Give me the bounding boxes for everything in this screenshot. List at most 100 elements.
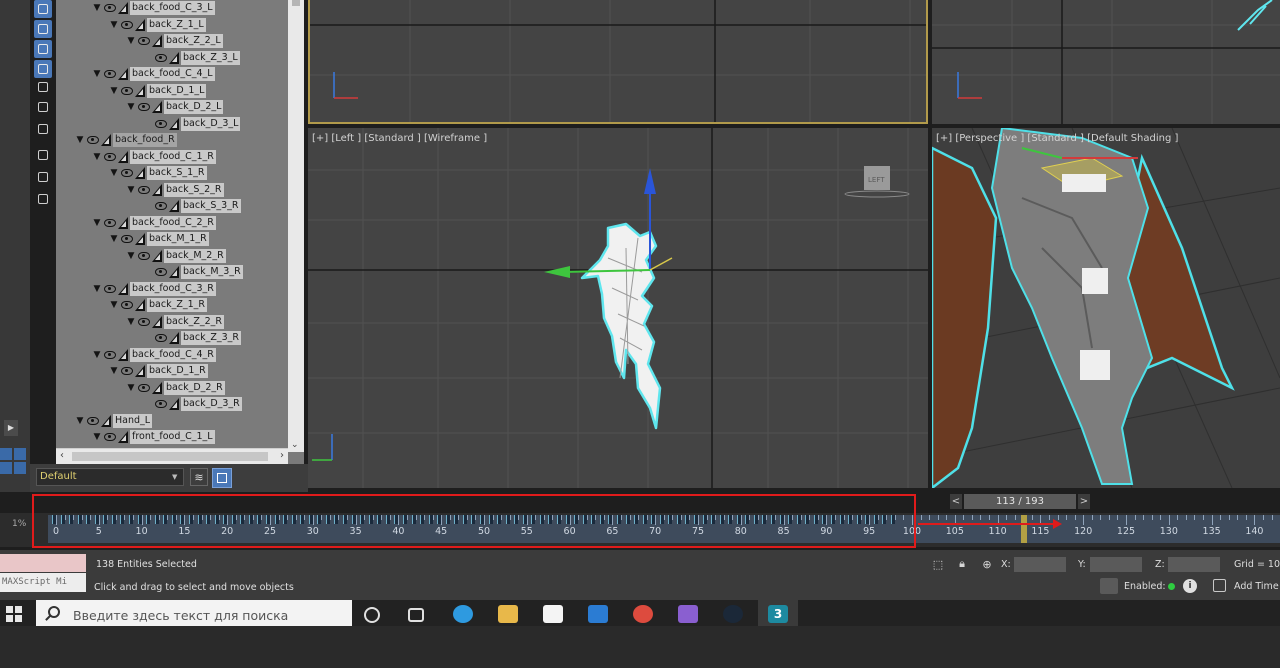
visibility-eye-icon[interactable] [121,301,133,309]
tree-node-label[interactable]: front_food_C_1_L [130,430,215,444]
tree-node-label[interactable]: back_food_C_1_R [130,149,216,164]
chevron-right-icon[interactable]: › [280,450,284,461]
square-tool-icon[interactable] [34,98,52,116]
tree-row[interactable]: ▼ back_Z_1_R [109,297,207,313]
steam-icon[interactable] [723,605,743,623]
3dsmax-icon[interactable]: 3 [768,605,788,623]
transform-mode-icon[interactable]: ⊕ [980,557,994,571]
lock-icon[interactable]: 🔒︎ [955,557,969,571]
time-slider[interactable]: 113 / 193 [964,494,1076,509]
display-tool-icon[interactable] [34,20,52,38]
tree-row[interactable]: ▼ Hand_L [75,413,153,429]
maxscript-listener-input[interactable]: MAXScript Mi [0,573,86,592]
visibility-eye-icon[interactable] [138,383,150,392]
expand-panel-icon[interactable]: ▶ [4,420,18,436]
tree-node-label[interactable]: back_S_1_R [147,166,207,180]
tree-node-label[interactable]: back_D_2_R [164,380,225,395]
tree-node-label[interactable]: back_Z_3_L [181,50,240,65]
visibility-eye-icon[interactable] [155,400,167,408]
edge-icon[interactable] [453,605,473,623]
visibility-eye-icon[interactable] [104,70,116,78]
visibility-eye-icon[interactable] [138,185,150,194]
viewport-left[interactable]: LEFT [+] [Left ] [Standard ] [Wireframe … [308,128,928,488]
tree-row[interactable]: ▼ back_Z_2_L [126,33,223,49]
visibility-eye-icon[interactable] [87,416,99,425]
visibility-eye-icon[interactable] [121,367,133,375]
enabled-indicator[interactable] [1168,583,1175,590]
tree-row[interactable]: ▼ back_Z_1_L [109,17,206,33]
current-frame-marker[interactable] [1021,515,1028,543]
tree-row[interactable]: ▼ back_M_2_R [126,248,226,264]
tree-node-label[interactable]: back_D_1_L [147,83,207,98]
file-explorer-icon[interactable] [498,605,518,623]
chevron-down-icon[interactable]: ⌄ [291,440,299,450]
visibility-eye-icon[interactable] [121,86,133,95]
filter-icon[interactable] [34,168,52,186]
expand-arrow-icon[interactable]: ▼ [109,300,119,310]
expand-arrow-icon[interactable]: ▼ [126,251,136,261]
tree-node-label[interactable]: back_Z_2_R [164,314,224,329]
tree-node-label[interactable]: back_S_3_R [181,199,241,213]
expand-arrow-icon[interactable]: ▼ [92,3,102,13]
visibility-eye-icon[interactable] [104,152,116,161]
visibility-eye-icon[interactable] [121,169,133,177]
tree-node-label[interactable]: back_food_C_4_R [130,347,216,362]
tree-node-label[interactable]: back_food_C_4_L [130,67,215,81]
tree-row[interactable]: back_M_3_R [143,264,243,280]
chevron-down-icon[interactable]: ▼ [172,473,177,481]
expand-arrow-icon[interactable]: ▼ [75,135,85,145]
explorer-horizontal-scrollbar[interactable]: ‹ › [56,448,288,464]
explorer-vertical-scrollbar[interactable]: ⌄ [288,0,304,452]
visibility-eye-icon[interactable] [138,103,150,111]
x-coordinate-field[interactable] [1014,557,1066,572]
tree-row[interactable]: back_S_3_R [143,198,241,214]
app-icon[interactable] [678,605,698,623]
expand-arrow-icon[interactable]: ▼ [126,36,136,46]
z-coordinate-field[interactable] [1168,557,1220,572]
visibility-eye-icon[interactable] [104,284,116,293]
tree-row[interactable]: ▼ back_food_R [75,132,177,148]
tree-row[interactable]: ▼ back_Z_2_R [126,314,224,330]
layers-icon[interactable]: ≋ [190,468,208,486]
visibility-eye-icon[interactable] [87,136,99,144]
tree-row[interactable]: ▼ back_D_2_R [126,380,225,396]
tree-row[interactable]: ▼ back_food_C_3_R [92,281,216,297]
tree-row[interactable]: ▼ back_food_C_4_L [92,66,215,82]
expand-arrow-icon[interactable]: ▼ [126,317,136,327]
expand-arrow-icon[interactable]: ▼ [109,168,119,178]
tree-node-label[interactable]: Hand_L [113,413,153,428]
windows-start-icon[interactable] [6,606,22,622]
viewport-top[interactable] [308,0,928,124]
store-icon[interactable] [543,605,563,623]
expand-arrow-icon[interactable]: ▼ [92,152,102,162]
y-coordinate-field[interactable] [1090,557,1142,572]
tree-row[interactable]: ▼ back_food_C_3_L [92,0,215,16]
tree-node-label[interactable]: back_D_3_L [181,116,241,131]
layer-explorer-button[interactable] [212,468,232,488]
tree-node-label[interactable]: back_D_2_L [164,100,224,114]
expand-arrow-icon[interactable]: ▼ [109,366,119,376]
viewport-front[interactable] [932,0,1280,124]
tree-node-label[interactable]: back_Z_1_L [147,17,206,32]
visibility-eye-icon[interactable] [138,251,150,260]
tree-node-label[interactable]: back_food_C_3_R [130,281,216,296]
visibility-eye-icon[interactable] [155,268,167,276]
tree-node-label[interactable]: back_D_1_R [147,364,208,378]
tree-row[interactable]: ▼ front_food_C_1_L [92,429,215,445]
expand-arrow-icon[interactable]: ▼ [109,234,119,244]
scroll-thumb[interactable] [72,452,268,461]
tree-node-label[interactable]: back_food_C_3_L [130,1,215,15]
tree-node-label[interactable]: back_M_2_R [164,248,226,263]
tree-row[interactable]: ▼ back_food_C_4_R [92,347,216,363]
layer-dropdown[interactable]: Default [36,468,184,486]
tree-node-label[interactable]: back_D_3_R [181,397,242,411]
tree-row[interactable]: back_Z_3_L [143,50,240,66]
layer-tool-icon[interactable] [34,78,52,96]
tree-row[interactable]: ▼ back_D_1_R [109,363,208,379]
select-tool-icon[interactable] [34,0,52,18]
tree-node-label[interactable]: back_S_2_R [164,182,224,197]
cortana-icon[interactable] [364,607,380,623]
tree-node-label[interactable]: back_Z_1_R [147,298,207,312]
visibility-eye-icon[interactable] [104,4,116,12]
chevron-left-icon[interactable]: ‹ [60,450,64,461]
